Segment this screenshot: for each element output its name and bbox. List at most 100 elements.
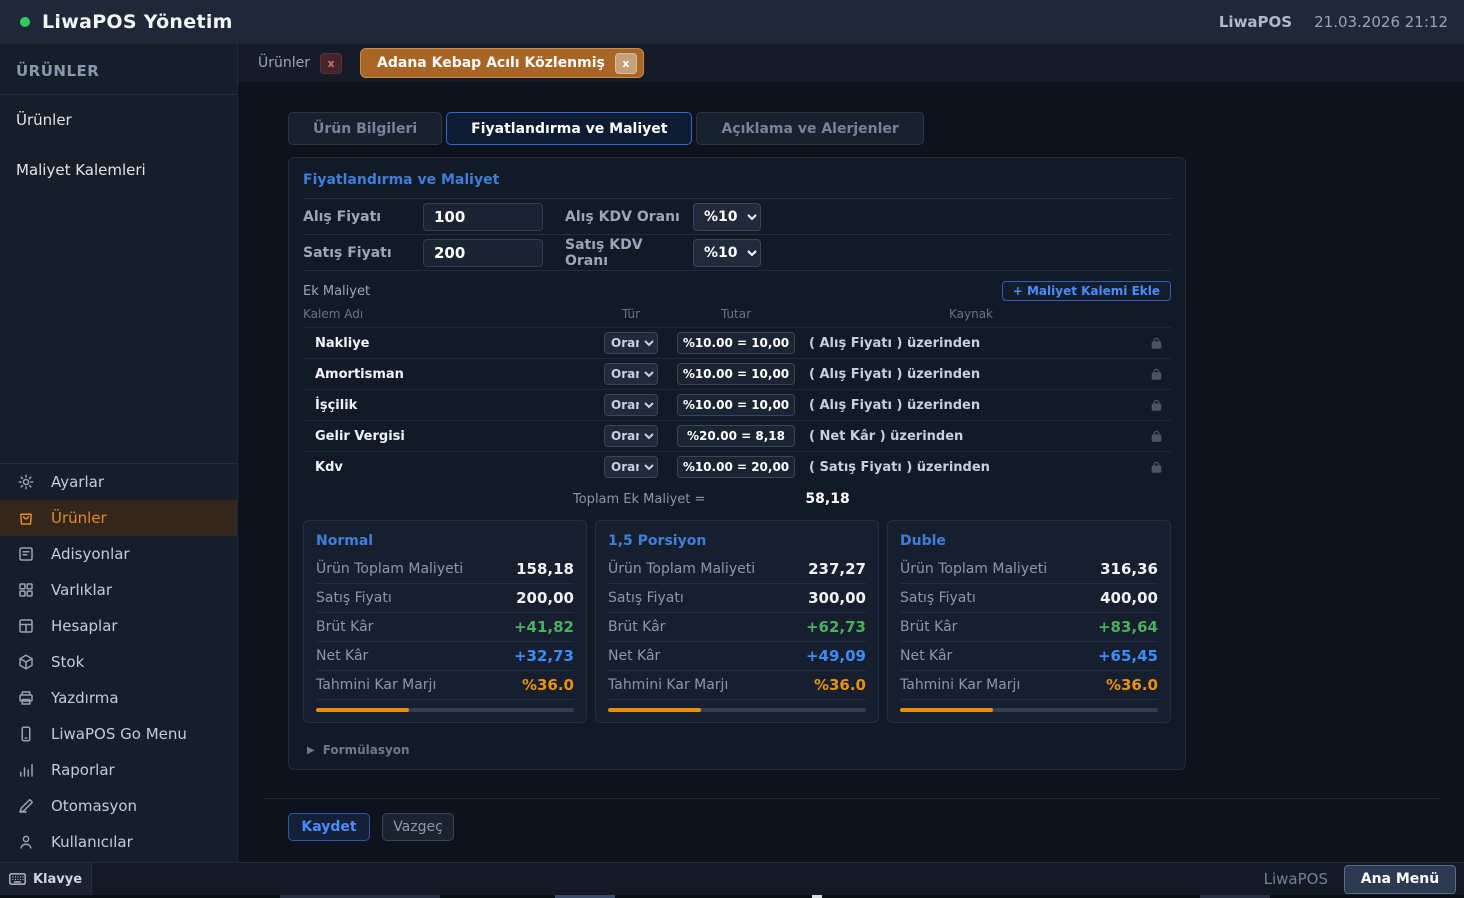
card-normal: Normal Ürün Toplam Maliyeti158,18 Satış … [303, 520, 587, 723]
sidebar-item-urunler[interactable]: Ürünler [0, 500, 237, 536]
sidebar-item-ayarlar[interactable]: Ayarlar [0, 464, 237, 500]
document-tabstrip: Ürünler x Adana Kebap Acılı Közlenmiş x [238, 44, 1464, 82]
phone-icon [16, 724, 36, 744]
purchase-vat-select[interactable]: %10 [693, 203, 761, 231]
margin-progress-bar [316, 708, 574, 712]
lock-icon [1141, 337, 1171, 349]
sidebar-link-urunler[interactable]: Ürünler [0, 95, 237, 145]
chevron-right-icon: ▶ [307, 745, 315, 756]
sale-price-input[interactable] [423, 239, 543, 267]
keyboard-button[interactable]: Klavye [0, 863, 92, 895]
app-title: LiwaPOS Yönetim [42, 11, 233, 33]
sale-vat-select[interactable]: %10 [693, 239, 761, 267]
doc-tab-adana-kebap[interactable]: Adana Kebap Acılı Közlenmiş x [360, 48, 644, 78]
cost-type-select[interactable]: Oran [604, 363, 658, 385]
cost-type-select[interactable]: Oran [604, 456, 658, 478]
bar-chart-icon [16, 760, 36, 780]
content-divider [264, 798, 1440, 799]
main-menu-button[interactable]: Ana Menü [1344, 865, 1456, 894]
cube-icon [16, 652, 36, 672]
sidebar-item-label: Ayarlar [51, 473, 104, 491]
cost-row-iscilik: İşçilik Oran %10.00 = 10,00 ( Alış Fiyat… [303, 389, 1171, 420]
tab-fiyatlandirma-maliyet[interactable]: Fiyatlandırma ve Maliyet [446, 112, 692, 145]
purchase-price-input[interactable] [423, 203, 543, 231]
sidebar-item-label: Adisyonlar [51, 545, 130, 563]
sidebar-item-hesaplar[interactable]: Hesaplar [0, 608, 237, 644]
sale-price-label: Satış Fiyatı [303, 245, 413, 261]
sale-price-value: 300,00 [808, 589, 866, 607]
sidebar-item-label: Yazdırma [51, 689, 119, 707]
cost-amount-input[interactable]: %10.00 = 10,00 [677, 363, 795, 385]
total-extra-cost-value: 58,18 [805, 491, 849, 507]
pricing-panel: Fiyatlandırma ve Maliyet Alış Fiyatı Alı… [288, 157, 1186, 770]
save-button[interactable]: Kaydet [288, 813, 370, 841]
sidebar-item-yazdirma[interactable]: Yazdırma [0, 680, 237, 716]
cost-type-select[interactable]: Oran [604, 332, 658, 354]
cost-row-amortisman: Amortisman Oran %10.00 = 10,00 ( Alış Fi… [303, 358, 1171, 389]
cost-row-nakliye: Nakliye Oran %10.00 = 10,00 ( Alış Fiyat… [303, 327, 1171, 358]
gross-profit-value: +41,82 [514, 618, 574, 636]
sidebar-item-kullanicilar[interactable]: Kullanıcılar [0, 824, 237, 860]
keyboard-icon [9, 873, 26, 885]
col-header-type: Tür [591, 307, 671, 321]
col-header-amount: Tutar [671, 307, 801, 321]
sidebar-item-adisyonlar[interactable]: Adisyonlar [0, 536, 237, 572]
margin-value: %36.0 [814, 676, 866, 694]
total-extra-cost-row: Toplam Ek Maliyet = 58,18 [303, 484, 1171, 514]
formulation-toggle[interactable]: ▶ Formülasyon [303, 737, 1171, 759]
lock-icon [1141, 368, 1171, 380]
main-content: Ürün Bilgileri Fiyatlandırma ve Maliyet … [238, 82, 1464, 862]
portion-cards: Normal Ürün Toplam Maliyeti158,18 Satış … [303, 520, 1171, 723]
net-profit-value: +65,45 [1098, 647, 1158, 665]
margin-value: %36.0 [1106, 676, 1158, 694]
cost-amount-input[interactable]: %10.00 = 10,00 [677, 332, 795, 354]
cancel-button[interactable]: Vazgeç [382, 813, 454, 841]
net-profit-value: +32,73 [514, 647, 574, 665]
printer-icon [16, 688, 36, 708]
col-header-name: Kalem Adı [303, 307, 591, 321]
total-cost-value: 316,36 [1100, 560, 1158, 578]
total-cost-value: 158,18 [516, 560, 574, 578]
lock-icon [1141, 430, 1171, 442]
cost-amount-input[interactable]: %10.00 = 20,00 [677, 456, 795, 478]
sidebar-item-label: Stok [51, 653, 84, 671]
shopping-bag-icon [16, 508, 36, 528]
gear-icon [16, 472, 36, 492]
sidebar-item-varliklar[interactable]: Varlıklar [0, 572, 237, 608]
sidebar-item-liwapos-go-menu[interactable]: LiwaPOS Go Menu [0, 716, 237, 752]
close-icon[interactable]: x [615, 53, 637, 74]
sidebar: ÜRÜNLER Ürünler Maliyet Kalemleri Ayarla… [0, 44, 238, 862]
net-profit-value: +49,09 [806, 647, 866, 665]
sidebar-item-stok[interactable]: Stok [0, 644, 237, 680]
receipt-icon [16, 544, 36, 564]
cost-row-gelir-vergisi: Gelir Vergisi Oran %20.00 = 8,18 ( Net K… [303, 420, 1171, 451]
cost-amount-input[interactable]: %20.00 = 8,18 [677, 425, 795, 447]
tab-urun-bilgileri[interactable]: Ürün Bilgileri [288, 112, 442, 145]
lock-icon [1141, 399, 1171, 411]
close-icon[interactable]: x [320, 53, 342, 74]
card-duble: Duble Ürün Toplam Maliyeti316,36 Satış F… [887, 520, 1171, 723]
cost-type-select[interactable]: Oran [604, 425, 658, 447]
sale-price-value: 200,00 [516, 589, 574, 607]
gross-profit-value: +62,73 [806, 618, 866, 636]
grid-icon [16, 580, 36, 600]
bottom-bar: Klavye LiwaPOS Ana Menü [0, 862, 1464, 895]
cost-type-select[interactable]: Oran [604, 394, 658, 416]
sidebar-item-raporlar[interactable]: Raporlar [0, 752, 237, 788]
total-extra-cost-label: Toplam Ek Maliyet = [573, 492, 705, 507]
sidebar-item-otomasyon[interactable]: Otomasyon [0, 788, 237, 824]
sidebar-link-maliyet-kalemleri[interactable]: Maliyet Kalemleri [0, 145, 237, 195]
tab-aciklama-alerjenler[interactable]: Açıklama ve Alerjenler [696, 112, 923, 145]
add-cost-item-button[interactable]: + Maliyet Kalemi Ekle [1002, 281, 1171, 301]
sidebar-item-label: Ürünler [51, 509, 107, 527]
cost-row-kdv: Kdv Oran %10.00 = 20,00 ( Satış Fiyatı )… [303, 451, 1171, 482]
lock-icon [1141, 461, 1171, 473]
doc-tab-urunler[interactable]: Ürünler x [250, 48, 350, 78]
cost-amount-input[interactable]: %10.00 = 10,00 [677, 394, 795, 416]
total-cost-value: 237,27 [808, 560, 866, 578]
costs-section-label: Ek Maliyet [303, 284, 370, 299]
topbar-brand: LiwaPOS [1219, 13, 1292, 31]
costs-table-header: Kalem Adı Tür Tutar Kaynak [303, 303, 1171, 327]
panel-title: Fiyatlandırma ve Maliyet [303, 172, 1171, 199]
pen-icon [16, 796, 36, 816]
